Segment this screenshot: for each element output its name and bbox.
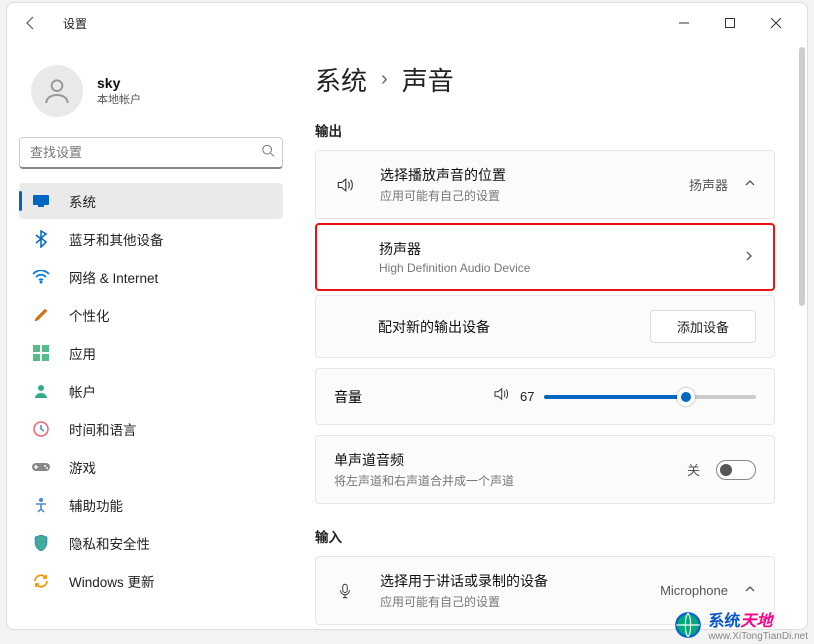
volume-card: 音量 67 <box>315 368 775 425</box>
mono-toggle[interactable] <box>716 460 756 480</box>
search-input[interactable] <box>19 137 283 169</box>
access-icon <box>31 495 51 515</box>
nav-label: 应用 <box>69 343 96 363</box>
minimize-button[interactable] <box>661 7 707 39</box>
nav-label: 辅助功能 <box>69 495 123 515</box>
bluetooth-icon <box>31 229 51 249</box>
mono-audio-card: 单声道音频 将左声道和右声道合并成一个声道 关 <box>315 435 775 504</box>
wifi-icon <box>31 267 51 287</box>
breadcrumb-root[interactable]: 系统 <box>315 61 367 98</box>
volume-label: 音量 <box>334 387 474 407</box>
clock-icon <box>31 419 51 439</box>
brush-icon <box>31 305 51 325</box>
speaker-icon <box>334 175 356 195</box>
mono-sub: 将左声道和右声道合并成一个声道 <box>334 472 687 489</box>
globe-icon <box>674 611 702 639</box>
avatar <box>31 65 83 117</box>
output-choose-sub: 应用可能有自己的设置 <box>380 187 689 204</box>
search-box <box>19 137 283 169</box>
output-choose-value: 扬声器 <box>689 175 728 194</box>
nav-item-brush[interactable]: 个性化 <box>19 297 283 333</box>
main-content: 系统 › 声音 输出 选择播放声音的位置 应用可能有自己的设置 扬声器 <box>297 43 807 629</box>
chevron-right-icon: › <box>381 68 388 91</box>
input-choose-value: Microphone <box>660 583 728 598</box>
pair-title: 配对新的输出设备 <box>378 317 650 337</box>
nav-item-person[interactable]: 帐户 <box>19 373 283 409</box>
nav-item-update[interactable]: Windows 更新 <box>19 563 283 599</box>
monitor-icon <box>31 191 51 211</box>
body: sky 本地帐户 系统蓝牙和其他设备网络 & Internet 个性化应用帐户时间… <box>7 43 807 629</box>
input-choose-title: 选择用于讲话或录制的设备 <box>380 571 660 591</box>
maximize-button[interactable] <box>707 7 753 39</box>
nav-label: 蓝牙和其他设备 <box>69 229 164 249</box>
speaker-icon[interactable] <box>492 385 510 408</box>
output-choose-title: 选择播放声音的位置 <box>380 165 689 185</box>
nav-label: 游戏 <box>69 457 96 477</box>
nav-label: 隐私和安全性 <box>69 533 150 553</box>
nav-item-shield[interactable]: 隐私和安全性 <box>19 525 283 561</box>
output-device-card[interactable]: 扬声器 High Definition Audio Device <box>315 223 775 291</box>
nav-label: 网络 & Internet <box>69 267 158 287</box>
user-type: 本地帐户 <box>97 91 141 107</box>
nav-item-access[interactable]: 辅助功能 <box>19 487 283 523</box>
volume-slider[interactable] <box>544 395 756 399</box>
app-title: 设置 <box>63 15 87 32</box>
update-icon <box>31 571 51 591</box>
nav-item-game[interactable]: 游戏 <box>19 449 283 485</box>
output-section-label: 输出 <box>315 120 775 140</box>
scrollbar[interactable] <box>799 47 805 623</box>
apps-icon <box>31 343 51 363</box>
output-device-title: 扬声器 <box>379 239 743 259</box>
close-button[interactable] <box>753 7 799 39</box>
back-button[interactable] <box>15 7 47 39</box>
nav-label: 个性化 <box>69 305 110 325</box>
microphone-icon <box>334 582 356 600</box>
chevron-up-icon <box>744 583 756 598</box>
chevron-up-icon <box>744 177 756 192</box>
nav-item-wifi[interactable]: 网络 & Internet <box>19 259 283 295</box>
watermark: 系统天地 www.XiTongTianDi.net <box>674 607 808 642</box>
breadcrumb: 系统 › 声音 <box>315 61 775 98</box>
person-icon <box>31 381 51 401</box>
nav-label: 帐户 <box>69 381 96 401</box>
mono-state: 关 <box>687 460 700 479</box>
nav-item-apps[interactable]: 应用 <box>19 335 283 371</box>
chevron-right-icon <box>743 250 755 265</box>
nav-item-clock[interactable]: 时间和语言 <box>19 411 283 447</box>
game-icon <box>31 457 51 477</box>
settings-window: 设置 sky 本地帐户 系统蓝牙和其 <box>6 2 808 630</box>
add-device-button[interactable]: 添加设备 <box>650 310 756 343</box>
output-device-sub: High Definition Audio Device <box>379 261 743 275</box>
input-section-label: 输入 <box>315 526 775 546</box>
nav-item-bluetooth[interactable]: 蓝牙和其他设备 <box>19 221 283 257</box>
nav-label: 时间和语言 <box>69 419 137 439</box>
user-profile[interactable]: sky 本地帐户 <box>19 55 297 131</box>
nav-label: 系统 <box>69 191 96 211</box>
window-controls <box>661 7 799 39</box>
pair-device-card: 配对新的输出设备 添加设备 <box>315 295 775 358</box>
search-icon <box>261 144 275 163</box>
volume-value: 67 <box>520 389 534 404</box>
nav-list: 系统蓝牙和其他设备网络 & Internet 个性化应用帐户时间和语言游戏辅助功能… <box>19 183 297 599</box>
output-choose-card[interactable]: 选择播放声音的位置 应用可能有自己的设置 扬声器 <box>315 150 775 219</box>
input-choose-sub: 应用可能有自己的设置 <box>380 593 660 610</box>
titlebar: 设置 <box>7 3 807 43</box>
nav-label: Windows 更新 <box>69 571 155 591</box>
user-name: sky <box>97 75 141 91</box>
sidebar: sky 本地帐户 系统蓝牙和其他设备网络 & Internet 个性化应用帐户时间… <box>7 43 297 629</box>
breadcrumb-current: 声音 <box>402 61 454 98</box>
nav-item-monitor[interactable]: 系统 <box>19 183 283 219</box>
shield-icon <box>31 533 51 553</box>
mono-title: 单声道音频 <box>334 450 687 470</box>
